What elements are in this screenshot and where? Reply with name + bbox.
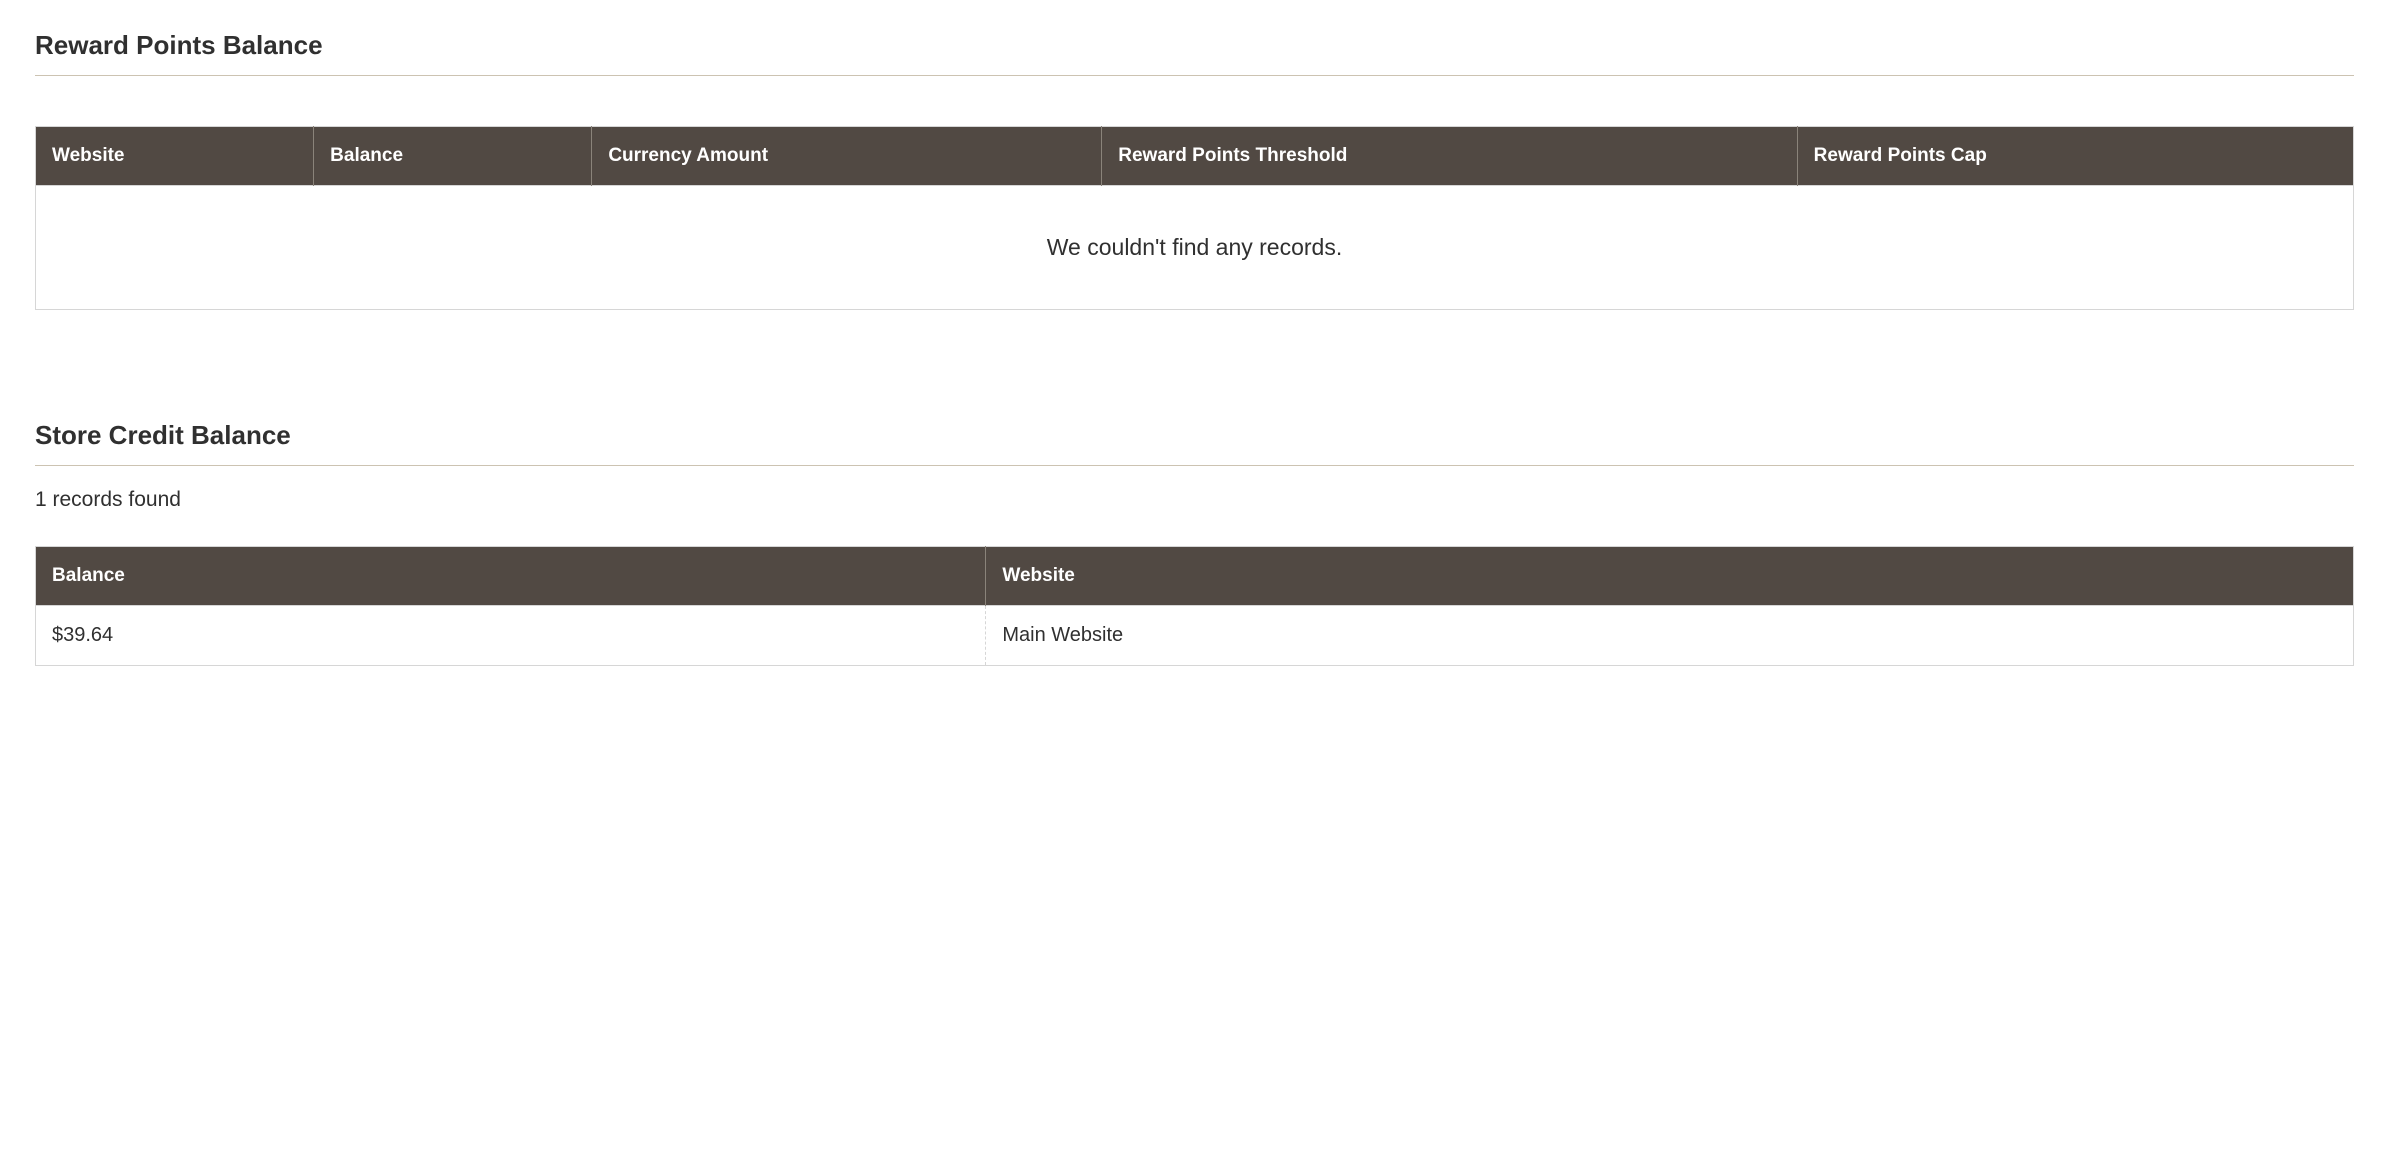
table-row: $39.64 Main Website (36, 606, 2354, 666)
cell-website: Main Website (986, 606, 2354, 666)
cell-balance: $39.64 (36, 606, 986, 666)
col-website[interactable]: Website (36, 127, 314, 186)
records-found-label: 1 records found (35, 488, 2354, 512)
divider (35, 75, 2354, 76)
table-header-row: Website Balance Currency Amount Reward P… (36, 127, 2354, 186)
col-website[interactable]: Website (986, 547, 2354, 606)
empty-message: We couldn't find any records. (36, 186, 2354, 310)
col-cap[interactable]: Reward Points Cap (1797, 127, 2353, 186)
col-threshold[interactable]: Reward Points Threshold (1102, 127, 1797, 186)
col-balance[interactable]: Balance (314, 127, 592, 186)
col-currency-amount[interactable]: Currency Amount (592, 127, 1102, 186)
empty-row: We couldn't find any records. (36, 186, 2354, 310)
reward-points-table: Website Balance Currency Amount Reward P… (35, 126, 2354, 310)
table-header-row: Balance Website (36, 547, 2354, 606)
col-balance[interactable]: Balance (36, 547, 986, 606)
divider (35, 465, 2354, 466)
store-credit-table: Balance Website $39.64 Main Website (35, 546, 2354, 666)
store-credit-title: Store Credit Balance (35, 420, 2354, 451)
reward-points-title: Reward Points Balance (35, 30, 2354, 61)
